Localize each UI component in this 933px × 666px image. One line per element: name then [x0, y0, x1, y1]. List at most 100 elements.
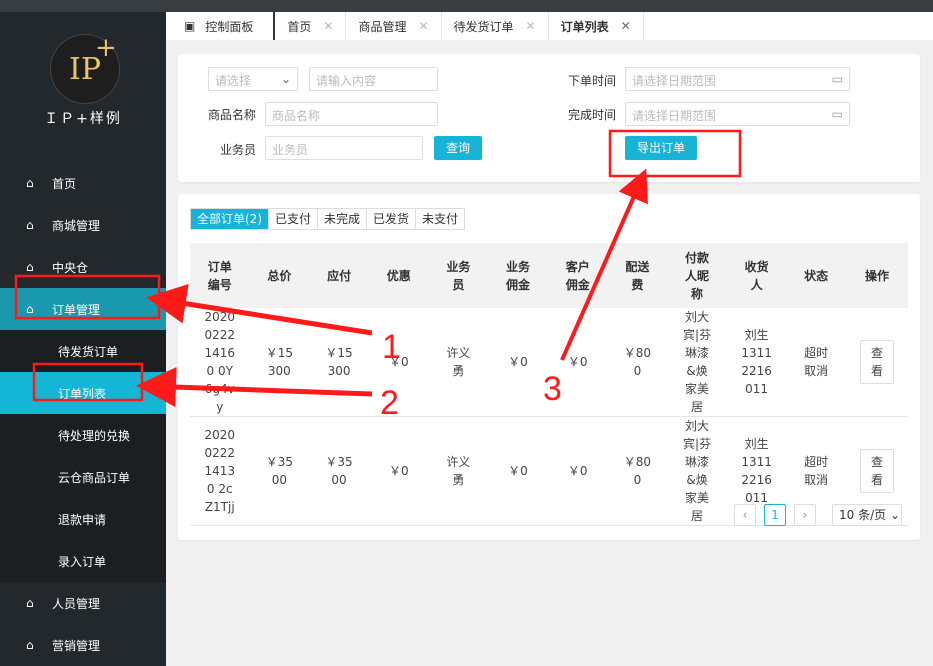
table-cell: 超时取消	[786, 308, 846, 417]
logo-plus: +	[95, 33, 117, 63]
home-icon: ⌂	[26, 218, 34, 232]
sidebar-subitem-order-list[interactable]: 订单列表	[0, 372, 166, 414]
pagination: ‹ 1 ›	[734, 504, 824, 526]
status-tab-shipped[interactable]: 已发货	[367, 209, 417, 229]
table-cell: ￥0	[368, 308, 429, 417]
sidebar-subitem-cloud-orders[interactable]: 云仓商品订单	[0, 456, 166, 498]
table-cell: 刘大宾|芬琳漆&焕家美居	[667, 416, 727, 526]
home-icon: ⌂	[26, 260, 34, 274]
table-cell: ￥0	[368, 416, 429, 526]
chevron-down-icon: ⌄	[280, 72, 291, 86]
table-cell: 刘生13112216011	[726, 308, 787, 417]
status-tab-unpaid[interactable]: 未支付	[416, 209, 464, 229]
sidebar-item-warehouse[interactable]: ⌂ 中央仓	[0, 246, 166, 288]
keyword-input[interactable]: 请输入内容	[309, 67, 438, 91]
column-header: 总价	[249, 243, 310, 308]
logo: IP +	[50, 33, 120, 104]
sidebar-item-home[interactable]: ⌂ 首页	[0, 162, 166, 204]
order-time-label: 下单时间	[567, 74, 616, 88]
finish-time-input[interactable]: 请选择日期范围 ▭	[625, 102, 850, 126]
column-header: 优惠	[368, 243, 429, 308]
sidebar-item-staff[interactable]: ⌂ 人员管理	[0, 582, 166, 624]
table-cell: 查看	[845, 308, 908, 417]
table-cell: ￥0	[488, 416, 548, 526]
sidebar-item-label: 订单管理	[52, 302, 101, 317]
table-cell: ￥800	[607, 416, 668, 526]
close-icon[interactable]: ✕	[323, 19, 333, 33]
chevron-down-icon: ⌄	[889, 508, 901, 522]
tab-dashboard[interactable]: ▣ 控制面板	[166, 12, 276, 40]
calendar-icon: ▭	[831, 72, 843, 86]
table-cell: ￥0	[547, 416, 608, 526]
tab-products[interactable]: 商品管理 ✕	[346, 12, 442, 40]
table-cell: ￥0	[488, 308, 548, 417]
close-icon[interactable]: ✕	[526, 19, 536, 33]
tab-bar: ▣ 控制面板 首页 ✕ 商品管理 ✕ 待发货订单 ✕ 订单列表 ✕	[166, 12, 933, 40]
table-cell: 许义勇	[428, 416, 489, 526]
status-tab-incomplete[interactable]: 未完成	[318, 209, 368, 229]
status-filter-tabs: 全部订单(2) 已支付 未完成 已发货 未支付	[190, 208, 466, 230]
table-cell: 2020022214130 2cZ1Tjj	[190, 416, 250, 526]
tab-label: 订单列表	[560, 19, 609, 34]
tab-label: 控制面板	[205, 19, 254, 34]
status-tab-paid[interactable]: 已支付	[269, 209, 319, 229]
column-header: 配送费	[607, 243, 668, 308]
column-header: 状态	[786, 243, 846, 308]
export-orders-button[interactable]: 导出订单	[625, 136, 697, 160]
home-icon: ⌂	[26, 638, 34, 652]
product-placeholder: 商品名称	[272, 109, 321, 123]
page-size-select[interactable]: 10 条/页 ⌄	[832, 504, 902, 526]
product-input[interactable]: 商品名称	[265, 102, 438, 126]
brand-name: ＩＰ+样例	[44, 111, 122, 127]
table-row: 2020022214160 0Y6g4vy ￥15300 ￥15300 ￥0 许义勇 ￥0…	[190, 308, 908, 417]
column-header: 付款人昵称	[667, 243, 727, 308]
home-icon: ⌂	[26, 176, 34, 190]
page-1-button[interactable]: 1	[764, 504, 786, 526]
table-cell: 刘大宾|芬琳漆&焕家美居	[667, 308, 727, 417]
next-page-button[interactable]: ›	[794, 504, 816, 526]
tab-label: 商品管理	[358, 19, 407, 34]
status-tab-all[interactable]: 全部订单(2)	[191, 209, 269, 229]
sidebar: IP + ＩＰ+样例 ⌂ 首页 ⌂ 商城管理 ⌂ 中央仓 ⌂ 订单管理 待发货订单 订单列…	[0, 12, 166, 666]
table-cell: ￥15300	[309, 308, 369, 417]
view-button[interactable]: 查看	[859, 340, 894, 384]
query-button[interactable]: 查询	[434, 136, 482, 160]
orders-panel: 全部订单(2) 已支付 未完成 已发货 未支付 订单编号 总价 应付 优惠 业务员 业务佣…	[178, 194, 920, 540]
table-cell: ￥800	[607, 308, 668, 417]
sidebar-item-label: 商城管理	[52, 218, 101, 233]
calendar-icon: ▭	[831, 107, 843, 121]
sidebar-item-marketing[interactable]: ⌂ 营销管理	[0, 624, 166, 666]
field-select[interactable]: 请选择 ⌄	[208, 67, 298, 91]
column-header: 收货人	[726, 243, 787, 308]
sidebar-item-label: 中央仓	[52, 260, 89, 275]
keyword-placeholder: 请输入内容	[316, 74, 377, 88]
tab-pending-shipment[interactable]: 待发货订单 ✕	[442, 12, 549, 40]
tab-label: 待发货订单	[453, 19, 514, 34]
sidebar-subitem-refunds[interactable]: 退款申请	[0, 498, 166, 540]
select-placeholder: 请选择	[215, 74, 252, 88]
sidebar-item-mall[interactable]: ⌂ 商城管理	[0, 204, 166, 246]
tab-order-list[interactable]: 订单列表 ✕	[549, 12, 644, 40]
home-icon: ⌂	[26, 302, 34, 316]
sidebar-item-orders[interactable]: ⌂ 订单管理	[0, 288, 166, 330]
product-label: 商品名称	[207, 108, 256, 122]
close-icon[interactable]: ✕	[621, 19, 631, 33]
table-cell: 2020022214160 0Y6g4vy	[190, 308, 250, 417]
tab-home[interactable]: 首页 ✕	[275, 12, 347, 40]
sidebar-subitem-enter-order[interactable]: 录入订单	[0, 540, 166, 582]
staff-input[interactable]: 业务员	[265, 136, 423, 160]
table-cell: ￥0	[547, 308, 608, 417]
prev-page-button[interactable]: ‹	[734, 504, 756, 526]
sidebar-item-label: 人员管理	[52, 596, 101, 611]
orders-table: 订单编号 总价 应付 优惠 业务员 业务佣金 客户佣金 配送费 付款人昵称 收货人 状态 操作 202…	[190, 243, 908, 526]
close-icon[interactable]: ✕	[418, 19, 428, 33]
order-time-input[interactable]: 请选择日期范围 ▭	[625, 67, 850, 91]
sidebar-subitem-exchanges[interactable]: 待处理的兑换	[0, 414, 166, 456]
sidebar-subitem-pending-shipment[interactable]: 待发货订单	[0, 330, 166, 372]
table-cell: ￥15300	[249, 308, 310, 417]
view-button[interactable]: 查看	[859, 449, 894, 493]
column-header: 操作	[845, 243, 908, 308]
staff-placeholder: 业务员	[272, 143, 309, 157]
orders-submenu: 待发货订单 订单列表 待处理的兑换 云仓商品订单 退款申请 录入订单	[0, 330, 166, 582]
sidebar-item-label: 营销管理	[52, 638, 101, 653]
